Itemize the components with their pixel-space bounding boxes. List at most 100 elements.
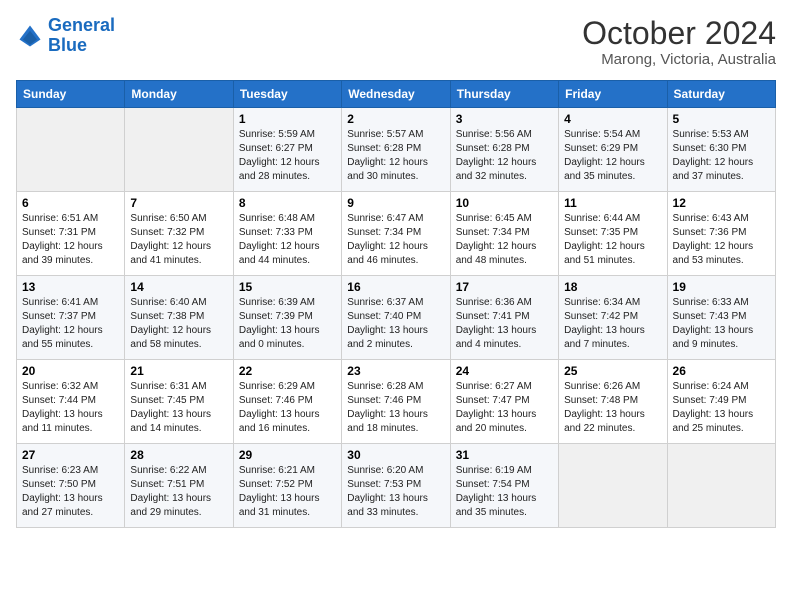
calendar-week-row: 6Sunrise: 6:51 AMSunset: 7:31 PMDaylight… [17,192,776,276]
calendar-day-cell: 4 Sunrise: 5:54 AMSunset: 6:29 PMDaylight… [559,108,667,192]
weekday-header-row: SundayMondayTuesdayWednesdayThursdayFrid… [17,81,776,108]
day-number: 18 [564,280,661,294]
day-number: 13 [22,280,119,294]
calendar-day-cell: 11 Sunrise: 6:44 AMSunset: 7:35 PMDayligh… [559,192,667,276]
day-number: 9 [347,196,444,210]
day-info: Sunrise: 6:41 AMSunset: 7:37 PMDaylight:… [22,296,119,352]
calendar-day-cell: 6Sunrise: 6:51 AMSunset: 7:31 PMDaylight… [17,192,125,276]
calendar-day-cell: 16 Sunrise: 6:37 AMSunset: 7:40 PMDayligh… [342,276,450,360]
day-number: 7 [130,196,227,210]
calendar-day-cell: 15 Sunrise: 6:39 AMSunset: 7:39 PMDayligh… [233,276,341,360]
day-info: Sunrise: 6:31 AMSunset: 7:45 PMDaylight:… [130,380,227,436]
logo-text: General Blue [48,16,115,56]
calendar-day-cell: 5 Sunrise: 5:53 AMSunset: 6:30 PMDaylight… [667,108,775,192]
day-info: Sunrise: 6:43 AMSunset: 7:36 PMDaylight:… [673,212,770,268]
calendar-table: SundayMondayTuesdayWednesdayThursdayFrid… [16,80,776,528]
page-header: General Blue October 2024 Marong, Victor… [16,16,776,68]
day-number: 22 [239,364,336,378]
day-info: Sunrise: 6:22 AMSunset: 7:51 PMDaylight:… [130,464,227,520]
day-info: Sunrise: 6:33 AMSunset: 7:43 PMDaylight:… [673,296,770,352]
day-info: Sunrise: 6:21 AMSunset: 7:52 PMDaylight:… [239,464,336,520]
day-info: Sunrise: 5:53 AMSunset: 6:30 PMDaylight:… [673,128,770,184]
day-number: 29 [239,448,336,462]
day-number: 15 [239,280,336,294]
day-number: 28 [130,448,227,462]
day-number: 26 [673,364,770,378]
calendar-day-cell: 19 Sunrise: 6:33 AMSunset: 7:43 PMDayligh… [667,276,775,360]
day-number: 4 [564,112,661,126]
calendar-day-cell: 27 Sunrise: 6:23 AMSunset: 7:50 PMDayligh… [17,444,125,528]
day-info: Sunrise: 6:23 AMSunset: 7:50 PMDaylight:… [22,464,119,520]
day-number: 23 [347,364,444,378]
calendar-day-cell: 18 Sunrise: 6:34 AMSunset: 7:42 PMDayligh… [559,276,667,360]
calendar-day-cell: 29 Sunrise: 6:21 AMSunset: 7:52 PMDayligh… [233,444,341,528]
day-info: Sunrise: 5:56 AMSunset: 6:28 PMDaylight:… [456,128,553,184]
calendar-day-cell: 25 Sunrise: 6:26 AMSunset: 7:48 PMDayligh… [559,360,667,444]
day-info: Sunrise: 6:32 AMSunset: 7:44 PMDaylight:… [22,380,119,436]
day-number: 14 [130,280,227,294]
logo-icon [16,22,44,50]
weekday-header: Wednesday [342,81,450,108]
weekday-header: Thursday [450,81,558,108]
day-info: Sunrise: 6:45 AMSunset: 7:34 PMDaylight:… [456,212,553,268]
calendar-day-cell: 20Sunrise: 6:32 AMSunset: 7:44 PMDayligh… [17,360,125,444]
day-number: 21 [130,364,227,378]
month-year: October 2024 [582,16,776,51]
day-info: Sunrise: 6:50 AMSunset: 7:32 PMDaylight:… [130,212,227,268]
day-info: Sunrise: 6:34 AMSunset: 7:42 PMDaylight:… [564,296,661,352]
day-number: 3 [456,112,553,126]
day-number: 16 [347,280,444,294]
calendar-day-cell: 9 Sunrise: 6:47 AMSunset: 7:34 PMDaylight… [342,192,450,276]
day-number: 2 [347,112,444,126]
logo: General Blue [16,16,115,56]
day-info: Sunrise: 5:54 AMSunset: 6:29 PMDaylight:… [564,128,661,184]
day-info: Sunrise: 6:19 AMSunset: 7:54 PMDaylight:… [456,464,553,520]
day-info: Sunrise: 6:24 AMSunset: 7:49 PMDaylight:… [673,380,770,436]
day-info: Sunrise: 6:47 AMSunset: 7:34 PMDaylight:… [347,212,444,268]
calendar-day-cell: 8Sunrise: 6:48 AMSunset: 7:33 PMDaylight… [233,192,341,276]
calendar-day-cell: 12 Sunrise: 6:43 AMSunset: 7:36 PMDayligh… [667,192,775,276]
calendar-week-row: 13 Sunrise: 6:41 AMSunset: 7:37 PMDayligh… [17,276,776,360]
calendar-day-cell: 30Sunrise: 6:20 AMSunset: 7:53 PMDayligh… [342,444,450,528]
day-number: 5 [673,112,770,126]
title-block: October 2024 Marong, Victoria, Australia [582,16,776,68]
day-info: Sunrise: 6:29 AMSunset: 7:46 PMDaylight:… [239,380,336,436]
calendar-day-cell: 28 Sunrise: 6:22 AMSunset: 7:51 PMDayligh… [125,444,233,528]
calendar-week-row: 27 Sunrise: 6:23 AMSunset: 7:50 PMDayligh… [17,444,776,528]
calendar-day-cell: 23Sunrise: 6:28 AMSunset: 7:46 PMDayligh… [342,360,450,444]
weekday-header: Tuesday [233,81,341,108]
calendar-week-row: 1Sunrise: 5:59 AMSunset: 6:27 PMDaylight… [17,108,776,192]
day-number: 31 [456,448,553,462]
calendar-day-cell: 14 Sunrise: 6:40 AMSunset: 7:38 PMDayligh… [125,276,233,360]
calendar-day-cell: 10 Sunrise: 6:45 AMSunset: 7:34 PMDayligh… [450,192,558,276]
day-info: Sunrise: 6:44 AMSunset: 7:35 PMDaylight:… [564,212,661,268]
day-number: 25 [564,364,661,378]
calendar-day-cell: 2Sunrise: 5:57 AMSunset: 6:28 PMDaylight… [342,108,450,192]
calendar-day-cell [559,444,667,528]
day-info: Sunrise: 6:37 AMSunset: 7:40 PMDaylight:… [347,296,444,352]
calendar-day-cell: 17Sunrise: 6:36 AMSunset: 7:41 PMDayligh… [450,276,558,360]
day-number: 12 [673,196,770,210]
calendar-day-cell: 31 Sunrise: 6:19 AMSunset: 7:54 PMDayligh… [450,444,558,528]
day-number: 8 [239,196,336,210]
weekday-header: Monday [125,81,233,108]
day-info: Sunrise: 6:39 AMSunset: 7:39 PMDaylight:… [239,296,336,352]
day-number: 1 [239,112,336,126]
calendar-day-cell: 24Sunrise: 6:27 AMSunset: 7:47 PMDayligh… [450,360,558,444]
day-info: Sunrise: 6:26 AMSunset: 7:48 PMDaylight:… [564,380,661,436]
day-info: Sunrise: 6:51 AMSunset: 7:31 PMDaylight:… [22,212,119,268]
day-number: 19 [673,280,770,294]
calendar-day-cell: 26 Sunrise: 6:24 AMSunset: 7:49 PMDayligh… [667,360,775,444]
day-info: Sunrise: 6:40 AMSunset: 7:38 PMDaylight:… [130,296,227,352]
day-info: Sunrise: 6:27 AMSunset: 7:47 PMDaylight:… [456,380,553,436]
logo-line2: Blue [48,35,87,55]
day-number: 11 [564,196,661,210]
day-number: 27 [22,448,119,462]
day-number: 10 [456,196,553,210]
calendar-day-cell: 22 Sunrise: 6:29 AMSunset: 7:46 PMDayligh… [233,360,341,444]
weekday-header: Friday [559,81,667,108]
day-info: Sunrise: 6:36 AMSunset: 7:41 PMDaylight:… [456,296,553,352]
day-number: 30 [347,448,444,462]
weekday-header: Saturday [667,81,775,108]
calendar-day-cell: 21 Sunrise: 6:31 AMSunset: 7:45 PMDayligh… [125,360,233,444]
